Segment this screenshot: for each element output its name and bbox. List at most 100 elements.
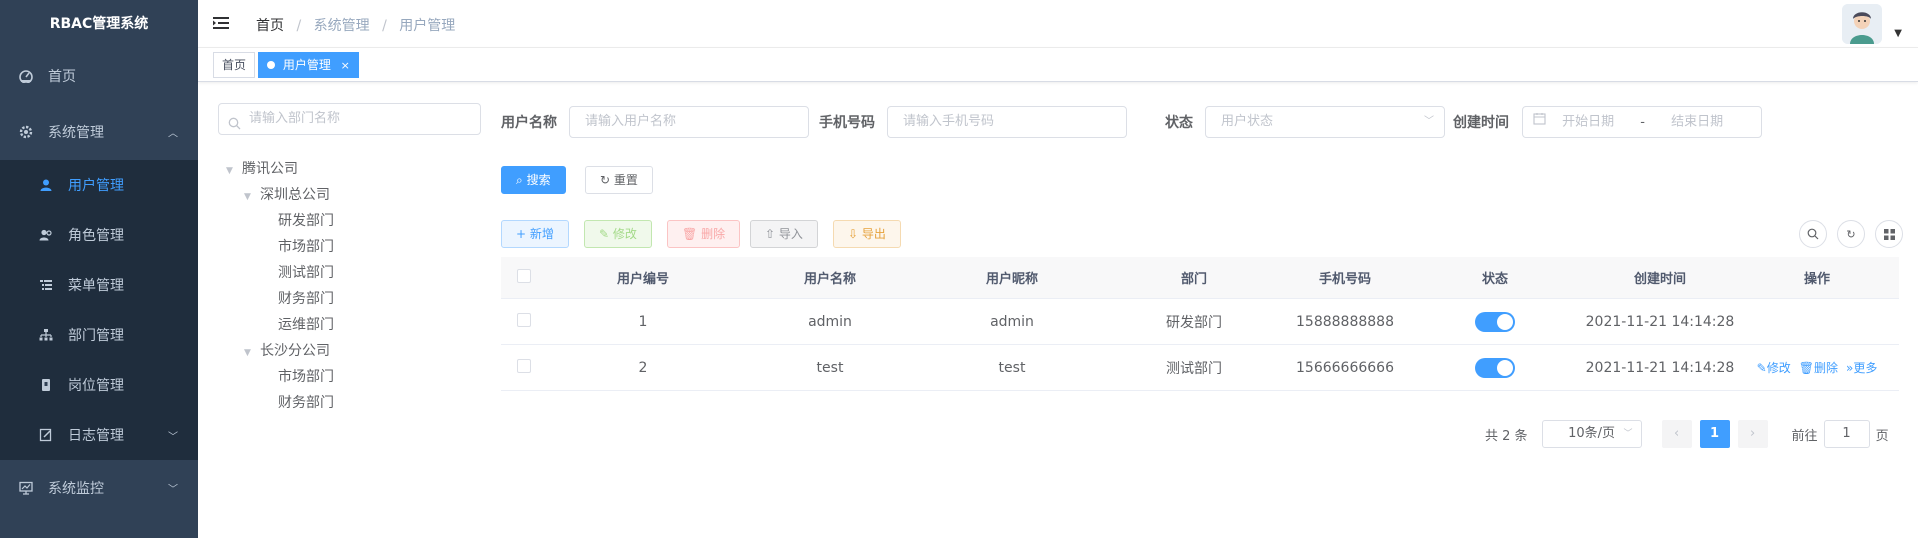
sidebar-item-label: 首页 (48, 69, 76, 85)
table-row: 2 test test 测试部门 15666666666 2021-11-21 … (501, 345, 1899, 391)
table-header: 用户编号 用户名称 用户昵称 部门 手机号码 状态 创建时间 操作 (501, 257, 1899, 299)
tag-home[interactable]: 首页 (213, 52, 256, 78)
breadcrumb-home[interactable]: 首页 (256, 18, 284, 34)
goto-page-input[interactable]: 1 (1823, 420, 1870, 448)
tag-label: 用户管理 (282, 58, 331, 72)
cell-username: admin (808, 313, 852, 330)
gear-icon (18, 124, 34, 140)
sidebar-item-users[interactable]: 用户管理 (0, 160, 198, 210)
caret-down-icon[interactable]: ▼ (226, 158, 242, 184)
delete-button[interactable]: 🗑 删除 (667, 220, 741, 248)
tree-node-label: 腾讯公司 (242, 161, 298, 177)
status-label: 状态 (1165, 115, 1193, 131)
calendar-icon (1533, 107, 1546, 137)
export-button-label: 导出 (861, 227, 886, 241)
tree-node-leaf[interactable]: 财务部门 (226, 390, 334, 416)
tree-node-label: 深圳总公司 (260, 187, 330, 203)
sidebar-item-monitor[interactable]: 系统监控 ﹀ (0, 460, 198, 516)
page-size-value: 10条/页 (1568, 426, 1616, 441)
tree-node-label: 长沙分公司 (260, 343, 330, 359)
dept-search-input[interactable]: 请输入部门名称 (218, 103, 481, 135)
chevron-down-icon: ﹀ (168, 484, 178, 496)
row-checkbox[interactable] (517, 312, 531, 327)
sidebar-item-posts[interactable]: 岗位管理 (0, 360, 198, 410)
dept-search-placeholder: 请输入部门名称 (249, 111, 341, 126)
tree-node-leaf[interactable]: 市场部门 (226, 234, 334, 260)
cell-ops: ✎修改 🗑删除 »更多 (1735, 359, 1899, 376)
search-icon (1807, 228, 1819, 240)
trash-icon: 🗑 (682, 227, 698, 241)
search-icon: ⌕ (516, 173, 523, 187)
tree-node-branch[interactable]: ▼ 长沙分公司 (226, 338, 334, 364)
users-icon (38, 227, 54, 243)
cell-phone: 15888888888 (1296, 313, 1394, 330)
date-range-picker[interactable]: 开始日期 - 结束日期 (1522, 106, 1762, 138)
page-size-select[interactable]: 10条/页 ﹀ (1541, 420, 1642, 448)
phone-input[interactable]: 请输入手机号码 (887, 106, 1127, 138)
chevron-down-icon: ﹀ (1623, 429, 1633, 439)
columns-button[interactable] (1875, 220, 1903, 248)
breadcrumb-level2: 用户管理 (399, 18, 456, 34)
reset-button[interactable]: ↻ 重置 (585, 166, 653, 194)
tree-node-leaf[interactable]: 财务部门 (226, 286, 334, 312)
sidebar-item-depts[interactable]: 部门管理 (0, 310, 198, 360)
tree-node-root[interactable]: ▼ 腾讯公司 (226, 156, 334, 182)
navbar: 首页 / 系统管理 / 用户管理 ▼ (198, 0, 1918, 48)
username-placeholder: 请输入用户名称 (585, 114, 677, 129)
end-date-placeholder: 结束日期 (1671, 114, 1724, 130)
hamburger-icon[interactable] (212, 14, 230, 32)
column-header: 操作 (1803, 272, 1830, 287)
sidebar: RBAC管理系统 首页 系统管理 ︿ 用户管理 角色管理 菜单管理 部门管理 岗… (0, 0, 198, 538)
sidebar-item-roles[interactable]: 角色管理 (0, 210, 198, 260)
sidebar-item-home[interactable]: 首页 (0, 48, 198, 104)
user-icon (38, 177, 54, 193)
username-input[interactable]: 请输入用户名称 (569, 106, 809, 138)
dept-tree: ▼ 腾讯公司 ▼ 深圳总公司 研发部门 市场部门 测试部门 财务部门 运维部门 ▼ 长… (226, 156, 334, 416)
page-number-current[interactable]: 1 (1699, 420, 1730, 448)
search-button[interactable]: ⌕ 搜索 (501, 166, 566, 194)
row-checkbox[interactable] (517, 358, 531, 373)
caret-down-icon[interactable]: ▼ (244, 340, 260, 366)
avatar[interactable] (1842, 4, 1882, 44)
select-all-checkbox[interactable] (517, 268, 531, 283)
add-button-label: 新增 (529, 227, 554, 241)
status-select[interactable]: 用户状态 ﹀ (1205, 106, 1445, 138)
status-switch[interactable] (1475, 357, 1515, 378)
toggle-search-button[interactable] (1799, 220, 1827, 248)
row-delete-link[interactable]: 🗑删除 (1799, 361, 1838, 375)
column-header: 用户编号 (616, 272, 669, 287)
next-page-button[interactable]: › (1737, 420, 1768, 448)
tree-node-leaf[interactable]: 测试部门 (226, 260, 334, 286)
tree-node-leaf[interactable]: 市场部门 (226, 364, 334, 390)
row-more-link[interactable]: »更多 (1846, 361, 1877, 375)
table-row: 1 admin admin 研发部门 15888888888 2021-11-2… (501, 299, 1899, 345)
prev-page-button[interactable]: ‹ (1661, 420, 1692, 448)
row-delete-label: 删除 (1813, 361, 1838, 375)
refresh-button[interactable]: ↻ (1837, 220, 1865, 248)
edit-button[interactable]: ✎ 修改 (584, 220, 652, 248)
refresh-icon: ↻ (1846, 227, 1856, 241)
date-label: 创建时间 (1453, 115, 1509, 131)
row-edit-link[interactable]: ✎修改 (1757, 361, 1791, 375)
row-more-label: 更多 (1853, 361, 1878, 375)
delete-button-label: 删除 (701, 227, 726, 241)
sidebar-item-label: 岗位管理 (68, 378, 124, 394)
chevron-up-icon: ︿ (168, 128, 178, 140)
status-switch[interactable] (1475, 311, 1515, 332)
pagination: 共 2 条 10条/页 ﹀ ‹ 1 › 前往 1 页 (1485, 418, 1889, 450)
tree-node-leaf[interactable]: 研发部门 (226, 208, 334, 234)
caret-down-icon[interactable]: ▼ (244, 184, 260, 210)
column-header: 用户名称 (803, 272, 856, 287)
add-button[interactable]: + 新增 (501, 220, 569, 248)
tree-node-leaf[interactable]: 运维部门 (226, 312, 334, 338)
close-icon[interactable]: × (341, 59, 350, 72)
breadcrumb-separator: / (296, 18, 302, 34)
import-button[interactable]: ⇧ 导入 (750, 220, 818, 248)
sidebar-item-system[interactable]: 系统管理 ︿ (0, 104, 198, 160)
sidebar-item-menus[interactable]: 菜单管理 (0, 260, 198, 310)
caret-down-icon[interactable]: ▼ (1894, 28, 1902, 39)
tag-users[interactable]: 用户管理 × (258, 52, 359, 78)
sidebar-item-logs[interactable]: 日志管理 ﹀ (0, 410, 198, 460)
tree-node-branch[interactable]: ▼ 深圳总公司 (226, 182, 334, 208)
export-button[interactable]: ⇩ 导出 (833, 220, 901, 248)
